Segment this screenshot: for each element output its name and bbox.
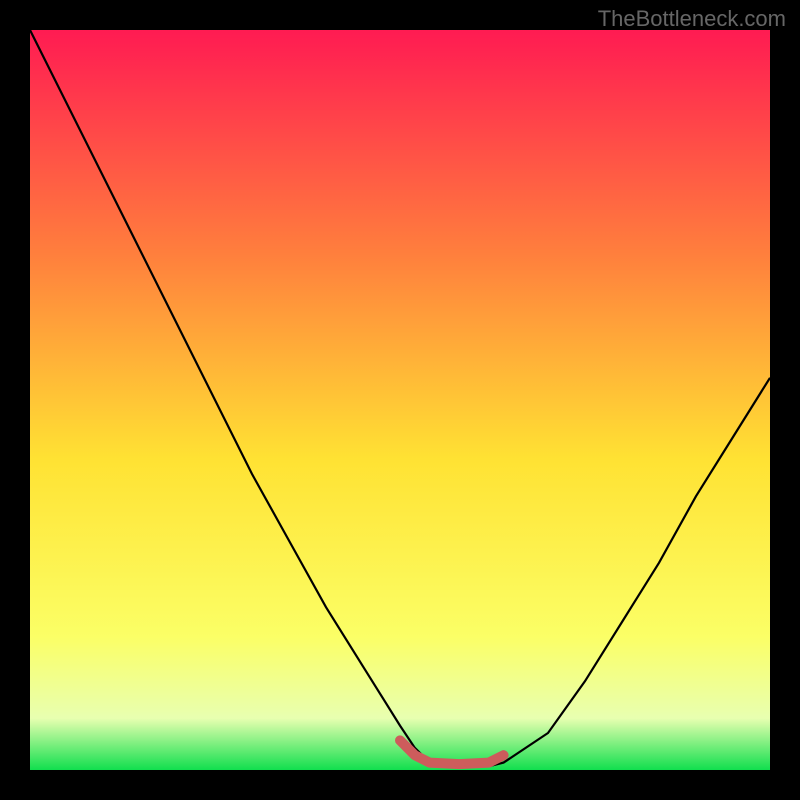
gradient-background <box>30 30 770 770</box>
watermark-text: TheBottleneck.com <box>598 6 786 32</box>
chart-container <box>30 30 770 770</box>
bottleneck-chart <box>30 30 770 770</box>
